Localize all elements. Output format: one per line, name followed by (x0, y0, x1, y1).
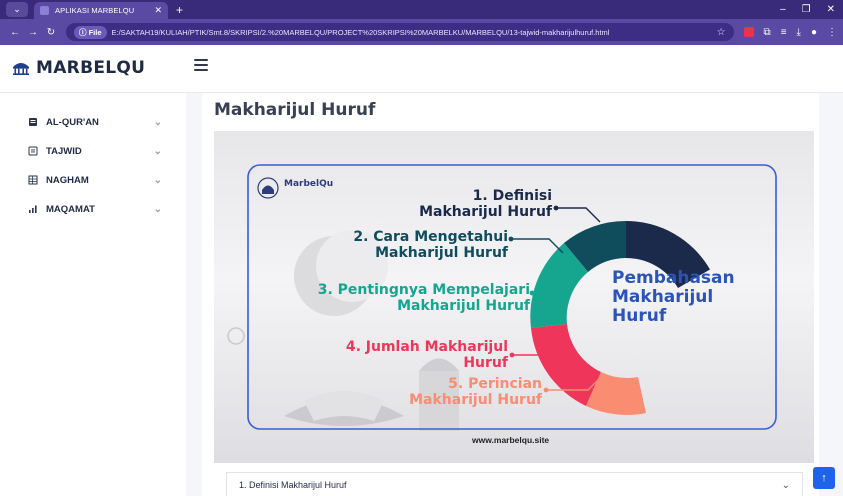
reading-list-icon[interactable]: ≡ (781, 27, 787, 38)
window-controls: – ❐ ✕ (780, 4, 835, 15)
sidebar-item-maqamat[interactable]: MAQAMAT ⌄ (28, 201, 168, 217)
hero-item-5: 5. Perincian Makharijul Huruf (409, 376, 542, 408)
chevron-down-icon: ⌄ (781, 479, 790, 491)
sidebar-item-label: MAQAMAT (46, 203, 95, 215)
favicon-icon (40, 6, 49, 15)
center-title: Pembahasan Makharijul Huruf (612, 269, 735, 326)
arrow-up-icon: ↑ (821, 472, 827, 484)
close-window-icon[interactable]: ✕ (827, 4, 835, 15)
browser-tabbar: ⌄ APLIKASI MARBELQU ✕ + – ❐ ✕ (0, 0, 843, 19)
app-topbar: MARBELQU (0, 45, 843, 93)
item-text: Makharijul Huruf (397, 298, 530, 314)
scroll-to-top-button[interactable]: ↑ (813, 467, 835, 489)
profile-avatar-icon[interactable]: ● (811, 27, 817, 38)
hero-item-1: 1. Definisi Makharijul Huruf (419, 188, 552, 220)
hero-item-2: 2. Cara Mengetahui Makharijul Huruf (353, 229, 508, 261)
chevron-down-icon: ⌄ (153, 203, 162, 215)
item-text: Makharijul Huruf (375, 245, 508, 261)
sidebar-item-nagham[interactable]: NAGHAM ⌄ (28, 172, 168, 188)
center-title-line: Huruf (612, 306, 667, 326)
forward-icon[interactable]: → (24, 27, 42, 38)
ornament-star-icon (227, 327, 245, 345)
hero-item-3: 3. Pentingnya Mempelajari Makharijul Hur… (318, 282, 530, 314)
file-scheme-badge[interactable]: ⓘ File (74, 25, 107, 39)
new-tab-button[interactable]: + (176, 3, 183, 17)
hero-infographic: MarbelQu 1. Definisi Makharijul Huruf 2.… (214, 131, 814, 463)
connector-line-1 (556, 207, 601, 223)
sidebar-item-tajwid[interactable]: TAJWID ⌄ (28, 143, 168, 159)
extensions-puzzle-icon[interactable]: ⧉ (764, 27, 771, 38)
sidebar-item-label: AL-QUR'AN (46, 116, 99, 128)
reload-icon[interactable]: ↻ (42, 27, 60, 38)
book-icon (29, 118, 37, 126)
table-icon (28, 175, 38, 185)
browser-toolbar: ← → ↻ ⓘ File E:/SAKTAH19/KULIAH/PTIK/Smt… (0, 19, 843, 45)
item-text: Makharijul Huruf (419, 204, 552, 220)
bar-chart-icon (29, 205, 37, 213)
brand-name: MARBELQU (36, 58, 146, 78)
sidebar-item-al-quran[interactable]: AL-QUR'AN ⌄ (28, 114, 168, 130)
browser-tab[interactable]: APLIKASI MARBELQU ✕ (34, 2, 168, 19)
item-text: Pentingnya Mempelajari (337, 282, 530, 298)
extensions-area: ⧉ ≡ ⤓ ● ⋮ (743, 27, 837, 38)
center-title-line: Pembahasan (612, 268, 735, 288)
menu-toggle-icon[interactable] (194, 59, 208, 71)
sidebar-item-label: NAGHAM (46, 174, 89, 186)
minimize-icon[interactable]: – (780, 4, 786, 15)
mosque-icon (13, 63, 29, 75)
item-number: 5. (448, 376, 464, 392)
document-icon (28, 146, 38, 156)
item-number: 4. (345, 339, 361, 355)
item-number: 3. (317, 282, 333, 298)
item-text: Jumlah Makharijul (365, 339, 508, 355)
item-number: 2. (353, 229, 369, 245)
close-tab-icon[interactable]: ✕ (154, 5, 162, 16)
item-text: Huruf (463, 355, 508, 371)
restore-icon[interactable]: ❐ (802, 4, 811, 15)
main-content: Makharijul Huruf MarbelQu 1. Definisi Ma… (186, 93, 843, 496)
sidebar: AL-QUR'AN ⌄ TAJWID ⌄ NAGHAM ⌄ MAQAMAT ⌄ (0, 93, 186, 496)
item-text: Definisi (492, 188, 552, 204)
app-root: MARBELQU AL-QUR'AN ⌄ TAJWID ⌄ NAGHAM ⌄ M… (0, 45, 843, 496)
accordion-label: 1. Definisi Makharijul Huruf (239, 480, 347, 490)
chevron-down-icon: ⌄ (153, 145, 162, 157)
tab-title: APLIKASI MARBELQU (55, 6, 135, 15)
hero-item-4: 4. Jumlah Makharijul Huruf (346, 339, 508, 371)
address-bar[interactable]: ⓘ File E:/SAKTAH19/KULIAH/PTIK/Smt.8/SKR… (66, 23, 734, 41)
back-icon[interactable]: ← (6, 27, 24, 38)
tab-search-button[interactable]: ⌄ (6, 2, 28, 17)
brand-logo[interactable]: MARBELQU (12, 58, 145, 78)
bookmark-star-icon[interactable]: ☆ (717, 27, 726, 38)
page-title: Makharijul Huruf (214, 100, 376, 120)
more-menu-icon[interactable]: ⋮ (827, 27, 837, 38)
item-number: 1. (472, 188, 488, 204)
center-title-line: Makharijul (612, 287, 714, 307)
url-scheme: File (88, 27, 102, 37)
hero-logo-text: MarbelQu (284, 179, 334, 189)
chevron-down-icon: ⌄ (153, 116, 162, 128)
connector-line-2 (511, 238, 564, 254)
sidebar-item-label: TAJWID (46, 145, 82, 157)
extension-red-icon[interactable] (743, 27, 754, 37)
item-text: Makharijul Huruf (409, 392, 542, 408)
url-text: E:/SAKTAH19/KULIAH/PTIK/Smt.8/SKRIPSI/2.… (111, 27, 610, 37)
download-icon[interactable]: ⤓ (797, 27, 801, 38)
accordion-definisi[interactable]: 1. Definisi Makharijul Huruf ⌄ (226, 472, 803, 496)
item-text: Perincian (468, 376, 542, 392)
chevron-down-icon: ⌄ (153, 174, 162, 186)
website-text: www.marbelqu.site (472, 435, 550, 445)
item-text: Cara Mengetahui (373, 229, 508, 245)
